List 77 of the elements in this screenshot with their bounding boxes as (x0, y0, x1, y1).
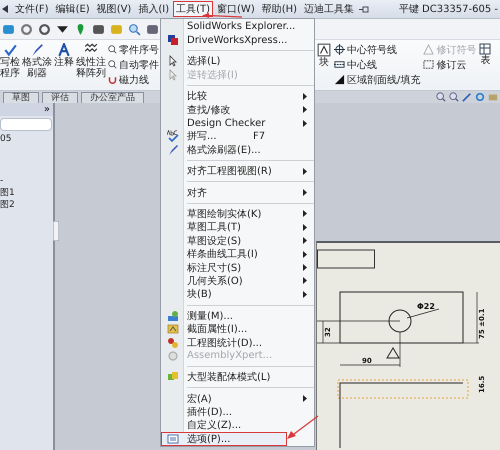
menu-item[interactable]: 对齐 (161, 186, 314, 200)
ribbon-tab[interactable]: 评估 (42, 92, 78, 103)
search-field[interactable] (0, 118, 52, 131)
menu-item[interactable]: 草图设定(S) (161, 234, 314, 248)
centerline-icon (334, 59, 345, 70)
menu-item[interactable]: 草图绘制实体(K) (161, 207, 314, 221)
menu-item[interactable]: 标注尺寸(S) (161, 260, 314, 274)
ribbon-button[interactable]: 区域剖面线/填充 (334, 73, 420, 86)
annotation-arrow (202, 13, 242, 18)
menu-title[interactable]: 视图(V) (94, 1, 134, 17)
table-icon (479, 43, 492, 55)
magnet-icon (108, 75, 117, 84)
menu-title[interactable]: 工具(T) (173, 1, 214, 17)
menu-title[interactable]: 插入(I) (135, 1, 172, 17)
menu-item[interactable]: DriveWorksXpress... (161, 33, 314, 47)
menu-item[interactable]: 宏(A) (161, 392, 314, 406)
menu-title[interactable]: 窗口(W) (214, 1, 258, 17)
menu-item[interactable]: 几何关系(O) (161, 274, 314, 288)
menu-item[interactable]: 拼写... F7 (161, 130, 314, 144)
menu-title[interactable]: 编辑(E) (52, 1, 93, 17)
menu-item[interactable]: 截面属性(I)... (161, 322, 314, 336)
title-box (317, 250, 375, 268)
menu-item[interactable]: 样条曲线工具(I) (161, 247, 314, 261)
search-icon[interactable] (128, 22, 141, 36)
ribbon-button[interactable]: 格式涂刷器 (22, 43, 52, 86)
expand-button[interactable]: » (44, 104, 50, 115)
ribbon-button[interactable]: 块 (317, 43, 331, 86)
menu-item[interactable]: 查找/修改 (161, 102, 314, 116)
menu-item[interactable]: 格式涂刷器(E)... (161, 143, 314, 157)
menu-item[interactable]: 插件(D)... (161, 405, 314, 419)
zoom-icon[interactable] (436, 92, 446, 102)
menu-item[interactable]: 自定义(Z)... (161, 418, 314, 432)
dimension-label: Φ22 (417, 302, 435, 311)
zoom-icon[interactable] (449, 92, 459, 102)
surface-finish-symbol (386, 347, 400, 358)
menu-item[interactable]: 对齐工程图视图(R) (161, 164, 314, 178)
ribbon-button[interactable]: 线性注释阵列 (76, 43, 106, 86)
triangle-icon (423, 44, 434, 55)
ribbon-button[interactable]: 零件序号 (108, 43, 159, 56)
tree-item[interactable]: 05 (0, 133, 53, 145)
ribbon-button[interactable]: 写检程序 (0, 43, 20, 86)
tree-item[interactable]: 图1 (0, 187, 53, 199)
annotation-icon (57, 43, 71, 57)
collapse-handle[interactable] (53, 221, 59, 241)
ribbon-button[interactable]: 表 (479, 43, 492, 86)
menu-item[interactable]: SolidWorks Explorer... (161, 20, 314, 34)
window-title: 平键 DC33357-605 - (398, 2, 499, 16)
menu-item[interactable]: Design Checker (161, 116, 314, 130)
menu-item[interactable]: 比较 (161, 90, 314, 103)
cloud-icon (423, 59, 434, 70)
ribbon-button[interactable]: 修订云 (423, 58, 476, 71)
ribbon-button[interactable]: 自动零件 (108, 58, 159, 71)
menu-item[interactable]: 块(B) (161, 288, 314, 302)
menu-title[interactable]: 帮助(H) (258, 1, 300, 17)
scroll-left-icon[interactable] (2, 5, 8, 13)
menu-title[interactable]: 迈迪工具集 (301, 1, 358, 17)
menu-item[interactable]: 测量(M)... (161, 309, 314, 322)
ribbon-button[interactable]: 磁力线 (108, 73, 159, 86)
tree-item[interactable]: 图2 (0, 199, 53, 211)
ribbon-tab[interactable]: 办公室产品 (81, 92, 144, 103)
tree-item[interactable]: - (0, 175, 53, 187)
menu-item[interactable]: 工程图统计(D)... (161, 336, 314, 350)
annotation-arrow (287, 415, 318, 439)
menu-item[interactable]: 选择(L) (161, 54, 314, 68)
block-icon (317, 43, 331, 57)
brush-icon (30, 43, 44, 57)
ribbon-button[interactable]: 中心符号线 (334, 43, 420, 56)
center-mark-icon (334, 44, 345, 55)
ribbon-button[interactable]: 注释 (54, 43, 74, 86)
hatch-icon (334, 74, 345, 85)
menu-item[interactable]: 大型装配体模式(L) (161, 370, 314, 384)
spell-check-icon (3, 43, 17, 57)
ribbon-tab[interactable]: 草图 (3, 92, 39, 103)
ribbon-button[interactable]: 中心线 (334, 58, 420, 71)
menu-title[interactable]: 文件(F) (12, 1, 52, 17)
menu-item[interactable]: 选项(P)... (161, 432, 287, 446)
menu-item[interactable]: 草图工具(T) (161, 220, 314, 234)
